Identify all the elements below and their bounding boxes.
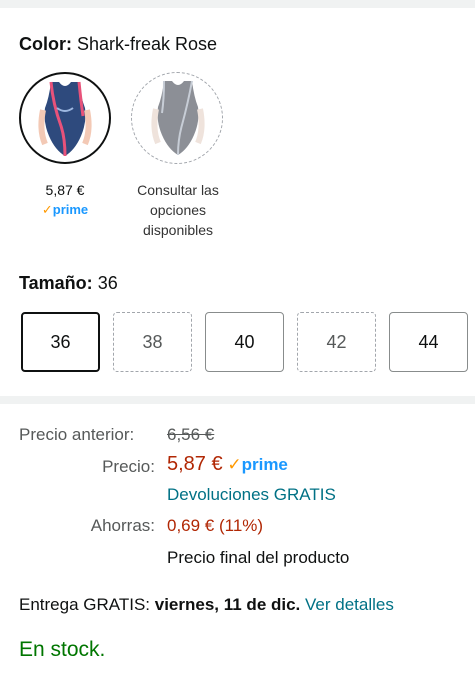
unavailable-caption-line: opciones — [149, 202, 207, 218]
section-divider-top — [0, 0, 475, 8]
delivery-date: viernes, 11 de dic. — [154, 595, 301, 614]
size-value: 36 — [97, 273, 118, 293]
swatch-unavailable-caption: Consultar las opciones disponibles — [124, 180, 232, 240]
prime-label: prime — [52, 202, 89, 217]
price-value: 5,87 € — [167, 453, 223, 475]
size-option-42[interactable]: 42 — [297, 312, 376, 372]
prime-badge: ✓prime — [227, 455, 288, 474]
prime-badge: ✓prime — [19, 200, 111, 220]
final-price-note: Precio final del producto — [167, 548, 350, 567]
color-label: Color: — [19, 34, 72, 54]
prime-check-icon: ✓ — [41, 202, 53, 217]
savings-value: 0,69 € (11%) — [167, 516, 264, 535]
size-option-36[interactable]: 36 — [21, 312, 100, 372]
savings-label: Ahorras: — [90, 516, 155, 535]
color-swatch-shark-freak-rose[interactable] — [19, 72, 111, 164]
prime-label: prime — [241, 455, 288, 474]
size-option-40[interactable]: 40 — [205, 312, 284, 372]
price-label: Precio: — [102, 457, 155, 476]
color-swatch-unavailable[interactable] — [131, 72, 223, 164]
size-option-38[interactable]: 38 — [113, 312, 192, 372]
free-returns-link[interactable]: Devoluciones GRATIS — [167, 485, 336, 505]
swimsuit-navy-image — [38, 81, 92, 157]
swatch-price: 5,87 € — [45, 182, 85, 198]
size-option-44[interactable]: 44 — [389, 312, 468, 372]
previous-price-label: Precio anterior: — [19, 425, 135, 444]
unavailable-caption-line: disponibles — [142, 222, 214, 238]
prime-check-icon: ✓ — [227, 455, 242, 474]
stock-status: En stock. — [19, 638, 106, 661]
previous-price-value: 6,56 € — [167, 425, 215, 444]
color-selection-label: Color: Shark-freak Rose — [19, 34, 217, 55]
delivery-prefix: Entrega GRATIS: — [19, 595, 151, 614]
price-with-prime: 5,87 € ✓prime — [167, 453, 288, 476]
size-selection-label: Tamaño: 36 — [19, 273, 118, 294]
size-label: Tamaño: — [19, 273, 93, 293]
color-value: Shark-freak Rose — [77, 34, 218, 54]
section-divider-middle — [0, 396, 475, 404]
delivery-info: Entrega GRATIS: viernes, 11 de dic. Ver … — [19, 595, 394, 615]
swatch-price-caption: 5,87 € ✓prime — [19, 180, 111, 220]
unavailable-caption-line: Consultar las — [137, 182, 219, 198]
delivery-details-link[interactable]: Ver detalles — [305, 595, 394, 614]
swimsuit-grey-image — [151, 80, 205, 156]
